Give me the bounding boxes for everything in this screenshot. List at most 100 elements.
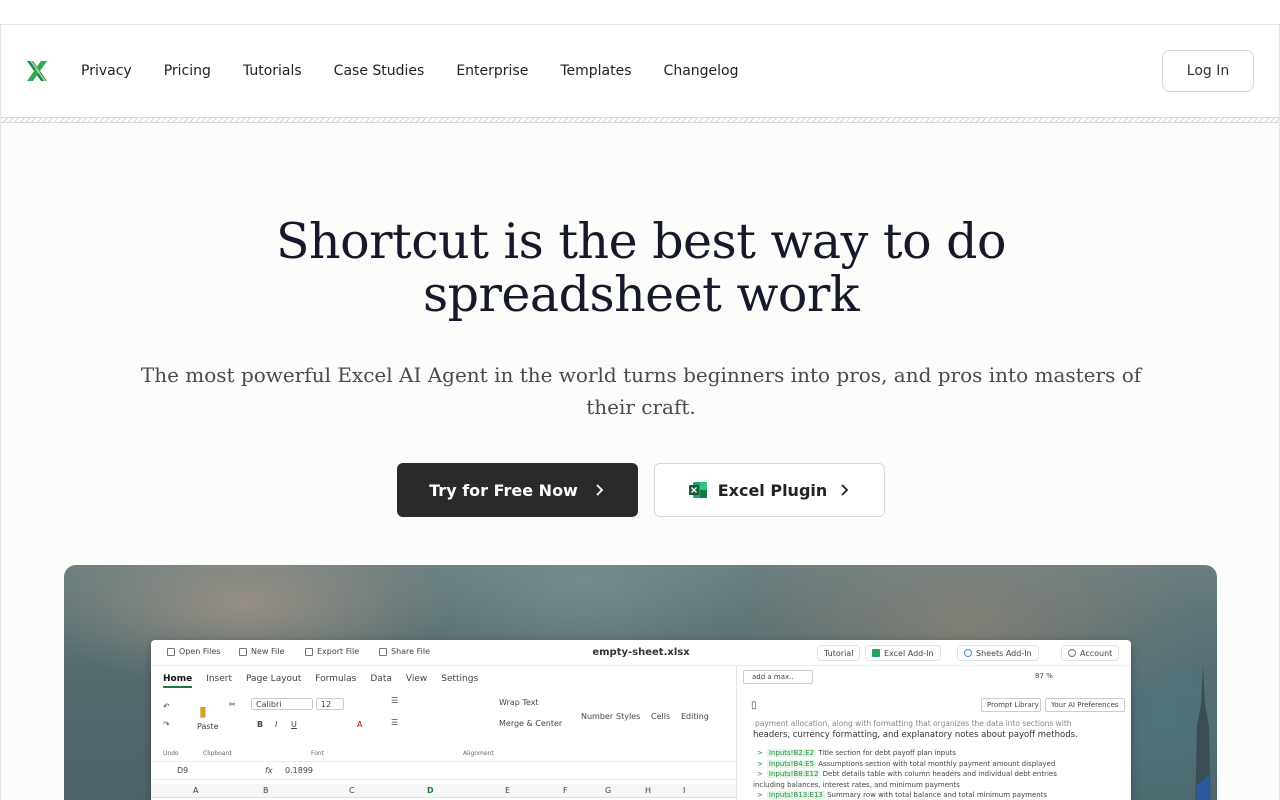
ai-preferences-label: Your AI Preferences [1051,701,1119,709]
change-item: > Inputs!B2:E2 Title section for debt pay… [757,749,957,757]
user-icon [1068,649,1076,657]
cell-reference[interactable]: D9 [177,766,188,775]
change-desc: Assumptions section with total monthly p… [818,759,1056,768]
number-format-label[interactable]: Number [581,712,613,721]
top-nav: Privacy Pricing Tutorials Case Studies E… [1,25,1279,117]
ai-preferences-button[interactable]: Your AI Preferences [1045,698,1125,712]
nav-link-templates[interactable]: Templates [560,61,631,81]
change-desc: including balances, interest rates, and … [753,780,960,789]
tab-home[interactable]: Home [163,674,193,688]
chevron-right-icon [841,484,849,496]
italic-icon[interactable]: I [275,720,277,729]
group-undo-label: Undo [163,750,179,757]
column-header[interactable]: H [645,786,651,795]
nav-link-case-studies[interactable]: Case Studies [334,61,425,81]
nav-link-changelog[interactable]: Changelog [664,61,739,81]
prompt-library-button[interactable]: Prompt Library [981,698,1041,712]
account-label: Account [1080,648,1113,658]
cells-label[interactable]: Cells [651,712,670,721]
nav-links: Privacy Pricing Tutorials Case Studies E… [81,61,771,81]
formula-bar: D9 fx 0.1899 [151,762,736,780]
font-name-select[interactable]: Calibri [251,698,313,710]
redo-icon[interactable]: ↷ [163,720,170,729]
font-color-icon[interactable]: A [357,720,362,729]
excel-plugin-button[interactable]: Excel Plugin [654,463,885,517]
excel-plugin-label: Excel Plugin [717,480,828,500]
column-header[interactable]: A [193,786,198,795]
wrap-text-label[interactable]: Wrap Text [499,698,539,707]
change-item-continued: including balances, interest rates, and … [753,780,1057,791]
change-item: > Inputs!B8:E12 Debt details table with c… [757,770,1057,778]
nav-link-enterprise[interactable]: Enterprise [456,61,528,81]
styles-label[interactable]: Styles [616,712,640,721]
range-ref[interactable]: Inputs!B2:E2 [766,749,816,757]
excel-icon [688,482,707,498]
login-button[interactable]: Log In [1162,50,1254,92]
sidebar-toggle-icon[interactable]: ▯ [751,700,757,711]
change-desc: Title section for debt payoff plan input… [818,749,957,757]
cut-icon[interactable]: ✂ [229,700,236,709]
chat-text-line: payment allocation, along with formattin… [755,719,1072,728]
font-size-select[interactable]: 12 [316,698,344,710]
chat-tab-label: add a max.. [752,673,794,681]
change-desc: Summary row with total balance and total… [827,791,1048,799]
hero-title: Shortcut is the best way to do spreadshe… [275,213,1007,323]
font-name-value: Calibri [256,700,282,709]
excel-icon [872,649,880,657]
nav-divider [1,117,1279,123]
ribbon-tabs: Home Insert Page Layout Formulas Data Vi… [163,674,492,688]
column-header[interactable]: C [349,786,355,795]
group-font-label: Font [311,750,325,757]
ribbon: ↶ ↷ ▮ Paste ✂ Calibri 12 B I U A ☰ ☰ Wra… [151,692,736,762]
underline-icon[interactable]: U [291,720,297,729]
column-header[interactable]: F [563,786,568,795]
excel-addin-button[interactable]: Excel Add-In [865,645,941,661]
change-item: > Inputs!B4:E5 Assumptions section with t… [757,759,1056,768]
nav-link-tutorials[interactable]: Tutorials [243,61,302,81]
account-button[interactable]: Account [1061,645,1120,661]
zoom-value: 87 % [1035,672,1053,680]
column-header[interactable]: I [683,786,685,795]
column-header[interactable]: G [605,786,611,795]
chat-text-line: headers, currency formatting, and explan… [753,730,1078,740]
chat-tab[interactable]: add a max.. [743,670,813,684]
app-toolbar: Open Files New File Export File Share Fi… [151,640,1131,666]
change-list: > Inputs!B2:E2 Title section for debt pay… [753,748,1057,800]
nav-link-privacy[interactable]: Privacy [81,61,132,81]
try-free-label: Try for Free Now [429,480,578,500]
paste-label: Paste [197,722,219,731]
paste-icon[interactable]: ▮ [199,704,207,720]
tab-data[interactable]: Data [370,674,392,688]
formula-value[interactable]: 0.1899 [285,766,313,775]
tab-insert[interactable]: Insert [206,674,232,688]
hero-subtitle: The most powerful Excel AI Agent in the … [140,363,1142,419]
shortcut-logo-icon[interactable] [25,59,49,83]
column-header-selected[interactable]: D [427,786,434,795]
align-left-icon[interactable]: ☰ [391,718,398,727]
merge-center-label[interactable]: Merge & Center [499,719,562,728]
tab-settings[interactable]: Settings [441,674,478,688]
bold-icon[interactable]: B [257,720,263,729]
function-icon: fx [265,766,273,775]
tutorial-button[interactable]: Tutorial [817,645,861,661]
change-desc: Debt details table with column headers a… [822,770,1057,778]
tab-formulas[interactable]: Formulas [315,674,356,688]
product-screenshot: Open Files New File Export File Share Fi… [64,565,1217,800]
sheets-addin-button[interactable]: Sheets Add-In [957,645,1039,661]
tab-page-layout[interactable]: Page Layout [246,674,301,688]
spreadsheet-app: Open Files New File Export File Share Fi… [151,640,1131,800]
nav-link-pricing[interactable]: Pricing [164,61,211,81]
editing-label[interactable]: Editing [681,712,709,721]
range-ref[interactable]: Inputs!B4:E5 [766,759,816,768]
try-free-button[interactable]: Try for Free Now [397,463,638,517]
range-ref[interactable]: Inputs!B13:E13 [766,791,825,799]
ai-sidebar: add a max.. 87 % ▯ Prompt Library Your A… [736,666,1131,800]
undo-icon[interactable]: ↶ [163,702,170,711]
range-ref[interactable]: Inputs!B8:E12 [766,770,821,778]
column-header[interactable]: E [505,786,510,795]
tab-view[interactable]: View [406,674,427,688]
column-headers: A B C D E F G H I [151,784,736,798]
align-top-icon[interactable]: ☰ [391,696,398,705]
prompt-library-label: Prompt Library [987,701,1039,709]
column-header[interactable]: B [263,786,269,795]
